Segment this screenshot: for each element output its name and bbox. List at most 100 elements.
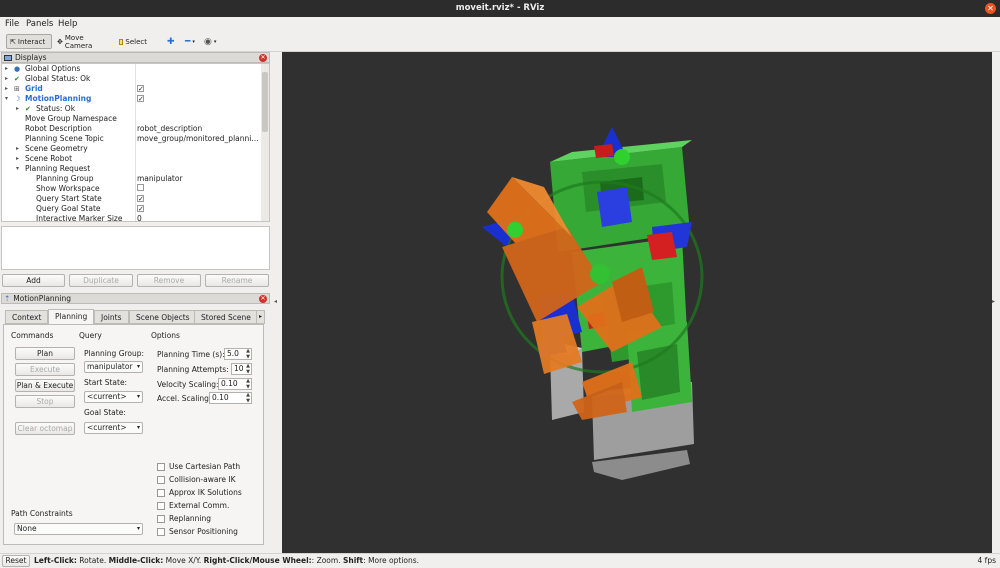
goal-state-select[interactable]: <current> ▾	[84, 422, 143, 434]
sensor-positioning-checkbox[interactable]	[157, 527, 165, 536]
tree-row-global-options[interactable]: ▸ ● Global Options	[2, 64, 262, 74]
tree-row-move-group-namespace[interactable]: Move Group Namespace	[2, 114, 262, 124]
tab-scroll-right-icon[interactable]: ▸	[256, 310, 265, 324]
add-display-button[interactable]: Add	[2, 274, 65, 287]
motion-planning-panel-header: ⇡ MotionPlanning ✕	[1, 293, 270, 304]
sensor-positioning-option[interactable]: Sensor Positioning	[157, 527, 238, 536]
chevron-down-icon: ▾	[213, 38, 217, 45]
expand-arrow-icon[interactable]: ▸	[5, 64, 8, 74]
velocity-scaling-spinbox[interactable]: 0.10 ▲ ▼	[218, 378, 252, 390]
execute-button[interactable]: Execute	[15, 363, 75, 376]
menu-file[interactable]: File	[5, 19, 19, 29]
tree-row-scene-robot[interactable]: ▸ Scene Robot	[2, 154, 262, 164]
tab-scene-objects[interactable]: Scene Objects	[129, 310, 197, 324]
tree-row-status[interactable]: ▸ ✔ Status: Ok	[2, 104, 262, 114]
tab-context[interactable]: Context	[5, 310, 49, 324]
menu-panels[interactable]: Panels	[26, 19, 53, 29]
start-state-select[interactable]: <current> ▾	[84, 391, 143, 403]
move-icon: ✥	[57, 37, 63, 46]
plan-and-execute-button[interactable]: Plan & Execute	[15, 379, 75, 392]
grid-enabled-checkbox[interactable]: ✓	[137, 85, 144, 93]
render-viewport[interactable]	[282, 52, 992, 553]
tree-row-robot-description[interactable]: Robot Description robot_description	[2, 124, 262, 134]
camera-type-button[interactable]: ◉ ▾	[201, 34, 219, 49]
displays-panel-header: Displays ✕	[1, 52, 270, 63]
title-bar: moveit.rviz* - RViz ✕	[0, 0, 1000, 17]
motion-planning-enabled-checkbox[interactable]: ✓	[137, 95, 144, 103]
tree-row-global-status[interactable]: ▸ ✔ Global Status: Ok	[2, 74, 262, 84]
close-icon[interactable]: ✕	[259, 54, 267, 62]
collision-aware-ik-option[interactable]: Collision-aware IK	[157, 475, 236, 484]
reset-button[interactable]: Reset	[2, 555, 30, 567]
status-bar: Reset Left-Click: Rotate. Middle-Click: …	[0, 553, 1000, 568]
planning-time-spinbox[interactable]: 5.0 ▲ ▼	[224, 348, 252, 360]
replanning-checkbox[interactable]	[157, 514, 165, 523]
expand-arrow-icon[interactable]: ▸	[5, 84, 8, 94]
collapse-arrow-icon[interactable]: ▾	[16, 164, 19, 174]
show-workspace-checkbox[interactable]	[137, 184, 144, 191]
move-camera-tool-button[interactable]: ✥ Move Camera	[54, 34, 110, 50]
planning-group-label: Planning Group:	[84, 349, 145, 358]
collision-aware-ik-checkbox[interactable]	[157, 475, 165, 484]
splitter-collapse-left-icon[interactable]: ◂	[274, 298, 277, 305]
spin-arrows-icon[interactable]: ▲ ▼	[246, 363, 250, 375]
select-tool-button[interactable]: Select	[116, 34, 150, 49]
tree-row-planning-request[interactable]: ▾ Planning Request	[2, 164, 262, 174]
spin-arrows-icon[interactable]: ▲ ▼	[246, 392, 250, 404]
rename-display-button[interactable]: Rename	[205, 274, 269, 287]
add-tool-button[interactable]: ✚	[164, 34, 178, 49]
displays-panel-title: Displays	[15, 53, 47, 62]
tab-stored-scene[interactable]: Stored Scene	[194, 310, 258, 324]
use-cartesian-path-option[interactable]: Use Cartesian Path	[157, 462, 240, 471]
tree-row-grid[interactable]: ▸ ⊞ Grid ✓	[2, 84, 262, 94]
stop-button[interactable]: Stop	[15, 395, 75, 408]
scrollbar-thumb[interactable]	[262, 72, 268, 132]
menu-help[interactable]: Help	[58, 19, 77, 29]
expand-arrow-icon[interactable]: ▸	[16, 154, 19, 164]
duplicate-display-button[interactable]: Duplicate	[69, 274, 133, 287]
approx-ik-solutions-option[interactable]: Approx IK Solutions	[157, 488, 242, 497]
use-cartesian-path-checkbox[interactable]	[157, 462, 165, 471]
tree-row-planning-scene-topic[interactable]: Planning Scene Topic move_group/monitore…	[2, 134, 262, 144]
spin-arrows-icon[interactable]: ▲ ▼	[246, 378, 250, 390]
displays-tree[interactable]: ▸ ● Global Options ▸ ✔ Global Status: Ok…	[1, 63, 270, 222]
remove-tool-button[interactable]: ━ ▾	[182, 34, 198, 49]
query-start-state-checkbox[interactable]: ✓	[137, 195, 144, 203]
tree-row-query-start-state[interactable]: Query Start State ✓	[2, 194, 262, 204]
splitter-expand-right-icon[interactable]: ▸	[992, 298, 995, 305]
chevron-down-icon: ▾	[136, 424, 140, 431]
tree-row-motion-planning[interactable]: ▾ ☽ MotionPlanning ✓	[2, 94, 262, 104]
expand-arrow-icon[interactable]: ▸	[16, 104, 19, 114]
tree-scrollbar[interactable]	[261, 64, 269, 221]
interact-tool-button[interactable]: ⇱ Interact	[6, 34, 52, 49]
window-close-button[interactable]: ✕	[985, 3, 996, 14]
replanning-option[interactable]: Replanning	[157, 514, 211, 523]
expand-arrow-icon[interactable]: ▸	[5, 74, 8, 84]
planning-group-select[interactable]: manipulator ▾	[84, 361, 143, 373]
planning-attempts-spinbox[interactable]: 10 ▲ ▼	[231, 363, 252, 375]
accel-scaling-spinbox[interactable]: 0.10 ▲ ▼	[209, 392, 252, 404]
spin-arrows-icon[interactable]: ▲ ▼	[246, 348, 250, 360]
path-constraints-select[interactable]: None ▾	[14, 523, 143, 535]
remove-display-button[interactable]: Remove	[137, 274, 201, 287]
tab-planning[interactable]: Planning	[48, 309, 95, 324]
clear-octomap-button[interactable]: Clear octomap	[15, 422, 75, 435]
tab-joints[interactable]: Joints	[94, 310, 129, 324]
query-goal-state-checkbox[interactable]: ✓	[137, 205, 144, 213]
tree-row-planning-group[interactable]: Planning Group manipulator	[2, 174, 262, 184]
approx-ik-solutions-checkbox[interactable]	[157, 488, 165, 497]
tree-row-query-goal-state[interactable]: Query Goal State ✓	[2, 204, 262, 214]
plan-button[interactable]: Plan	[15, 347, 75, 360]
tree-row-scene-geometry[interactable]: ▸ Scene Geometry	[2, 144, 262, 154]
close-icon[interactable]: ✕	[259, 295, 267, 303]
chevron-down-icon: ▾	[136, 363, 140, 370]
collapse-arrow-icon[interactable]: ▾	[5, 94, 8, 104]
camera-icon: ◉	[204, 36, 212, 47]
external-comm-option[interactable]: External Comm.	[157, 501, 229, 510]
tree-row-interactive-marker-size[interactable]: Interactive Marker Size 0	[2, 214, 262, 221]
motion-planning-panel-title: MotionPlanning	[13, 294, 72, 303]
expand-arrow-icon[interactable]: ▸	[16, 144, 19, 154]
external-comm-checkbox[interactable]	[157, 501, 165, 510]
status-help-text: Left-Click: Rotate. Middle-Click: Move X…	[34, 556, 420, 565]
tree-row-show-workspace[interactable]: Show Workspace	[2, 184, 262, 194]
